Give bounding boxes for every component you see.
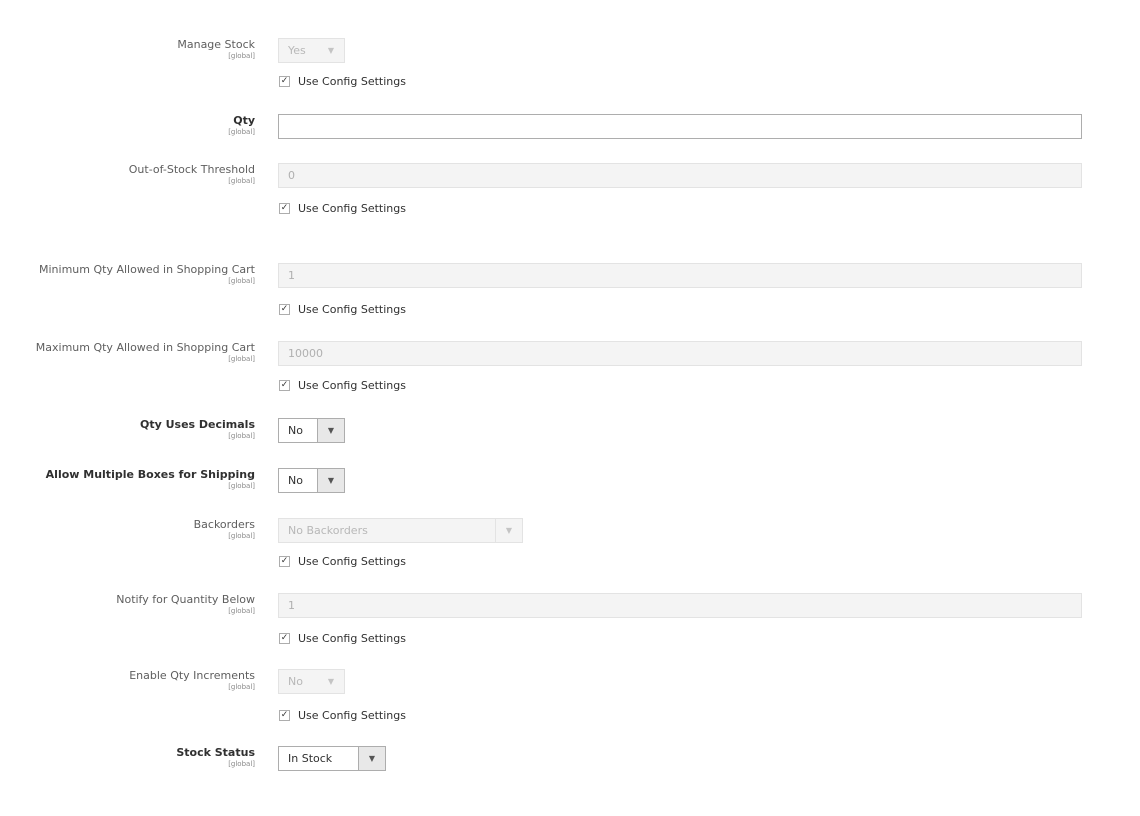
notify-qty-below-label: Notify for Quantity Below [global]: [116, 593, 255, 615]
chevron-down-icon: ▼: [317, 469, 344, 492]
notify-qty-below-input[interactable]: 1: [278, 593, 1082, 618]
field-manage-stock: Manage Stock [global] Yes ▼: [0, 38, 1140, 63]
chevron-down-icon: ▼: [317, 419, 344, 442]
min-qty-cart-input[interactable]: 1: [278, 263, 1082, 288]
checkmark-icon: ✓: [279, 556, 290, 567]
notify-qty-below-use-config-checkbox[interactable]: ✓ Use Config Settings: [279, 632, 406, 645]
max-qty-cart-input[interactable]: 10000: [278, 341, 1082, 366]
manage-stock-label: Manage Stock [global]: [177, 38, 255, 60]
chevron-down-icon: ▼: [358, 747, 385, 770]
qty-input[interactable]: [278, 114, 1082, 139]
out-of-stock-threshold-label: Out-of-Stock Threshold [global]: [128, 163, 255, 185]
field-stock-status: Stock Status [global] In Stock ▼: [0, 746, 1140, 771]
backorders-select[interactable]: No Backorders ▼: [278, 518, 523, 543]
manage-stock-select[interactable]: Yes ▼: [278, 38, 345, 63]
field-qty-uses-decimals: Qty Uses Decimals [global] No ▼: [0, 418, 1140, 443]
min-qty-cart-label: Minimum Qty Allowed in Shopping Cart [gl…: [39, 263, 255, 285]
backorders-label: Backorders [global]: [193, 518, 255, 540]
manage-stock-use-config-checkbox[interactable]: ✓ Use Config Settings: [279, 75, 406, 88]
enable-qty-increments-use-config-checkbox[interactable]: ✓ Use Config Settings: [279, 709, 406, 722]
checkmark-icon: ✓: [279, 203, 290, 214]
out-of-stock-threshold-input[interactable]: 0: [278, 163, 1082, 188]
field-backorders: Backorders [global] No Backorders ▼: [0, 518, 1140, 543]
enable-qty-increments-select[interactable]: No ▼: [278, 669, 345, 694]
max-qty-cart-label: Maximum Qty Allowed in Shopping Cart [gl…: [35, 341, 255, 363]
checkmark-icon: ✓: [279, 76, 290, 87]
chevron-down-icon: ▼: [495, 519, 522, 542]
enable-qty-increments-label: Enable Qty Increments [global]: [129, 669, 255, 691]
field-enable-qty-increments: Enable Qty Increments [global] No ▼: [0, 669, 1140, 694]
qty-label: Qty [global]: [228, 114, 255, 136]
qty-uses-decimals-label: Qty Uses Decimals [global]: [139, 418, 255, 440]
chevron-down-icon: ▼: [318, 670, 344, 693]
allow-multiple-boxes-label: Allow Multiple Boxes for Shipping [globa…: [45, 468, 255, 490]
allow-multiple-boxes-select[interactable]: No ▼: [278, 468, 345, 493]
field-allow-multiple-boxes: Allow Multiple Boxes for Shipping [globa…: [0, 468, 1140, 493]
backorders-use-config-checkbox[interactable]: ✓ Use Config Settings: [279, 555, 406, 568]
max-qty-cart-use-config-checkbox[interactable]: ✓ Use Config Settings: [279, 379, 406, 392]
chevron-down-icon: ▼: [318, 39, 344, 62]
checkmark-icon: ✓: [279, 710, 290, 721]
out-of-stock-threshold-use-config-checkbox[interactable]: ✓ Use Config Settings: [279, 202, 406, 215]
min-qty-cart-use-config-checkbox[interactable]: ✓ Use Config Settings: [279, 303, 406, 316]
checkmark-icon: ✓: [279, 380, 290, 391]
checkmark-icon: ✓: [279, 633, 290, 644]
stock-status-select[interactable]: In Stock ▼: [278, 746, 386, 771]
qty-uses-decimals-select[interactable]: No ▼: [278, 418, 345, 443]
stock-status-label: Stock Status [global]: [176, 746, 255, 768]
checkmark-icon: ✓: [279, 304, 290, 315]
